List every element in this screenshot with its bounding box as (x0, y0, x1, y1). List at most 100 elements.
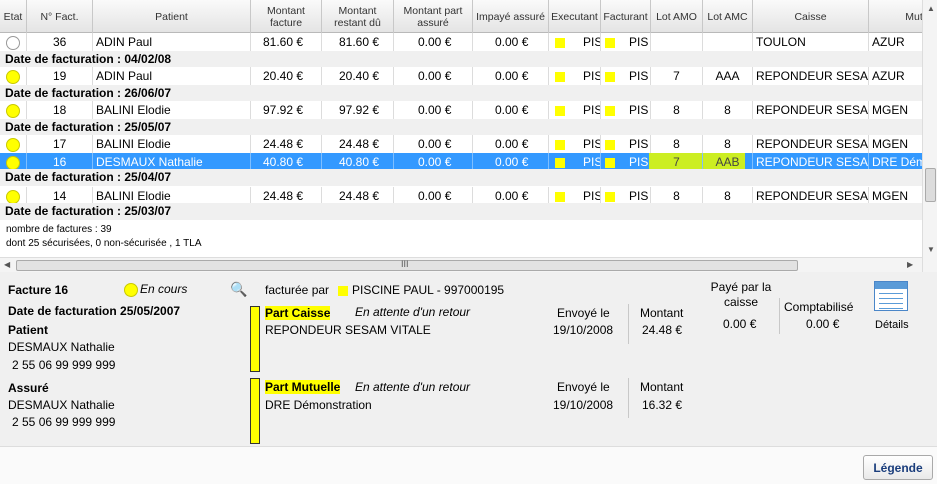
column-header[interactable]: Montant facture (251, 0, 322, 33)
date-group-header[interactable]: Date de facturation : 04/02/08 (0, 51, 922, 68)
date-group-header[interactable]: Date de facturation : 26/06/07 (0, 85, 922, 102)
part-mutuelle-status: En attente d'un retour (355, 380, 471, 394)
scroll-up-icon[interactable]: ▲ (927, 4, 935, 13)
grid-summary: nombre de factures : 39 dont 25 sécurisé… (6, 224, 201, 249)
table-row[interactable]: 19 ADIN Paul 20.40 €20.40 €0.00 €0.00 € PIS… (0, 67, 922, 85)
cell-caisse: TOULON (753, 33, 869, 51)
executant-color-icon (555, 37, 565, 48)
cell-caisse: REPONDEUR SESA (753, 101, 869, 119)
cell-facturant: PIS (601, 33, 651, 51)
cell-executant: PIS (549, 33, 601, 51)
cell-impaye: 0.00 € (473, 67, 549, 85)
part-mutuelle-sent-date: 19/10/2008 (553, 398, 614, 412)
comptabilise-value: 0.00 € (806, 317, 840, 331)
status-dot-icon (6, 70, 20, 85)
column-header[interactable]: N° Fact. (27, 0, 93, 33)
horizontal-scrollbar[interactable]: ◀ III ▶ (0, 257, 922, 272)
scroll-left-icon[interactable]: ◀ (4, 260, 10, 269)
column-header[interactable]: Facturant (601, 0, 651, 33)
horizontal-scroll-thumb[interactable]: III (16, 259, 798, 271)
executant-color-icon (555, 191, 565, 202)
cell-part-assure: 0.00 € (394, 101, 473, 119)
column-header[interactable]: Patient (93, 0, 251, 33)
column-header[interactable]: Montant part assuré (394, 0, 473, 33)
patient-nir: 2 55 06 99 999 999 (12, 358, 116, 372)
cell-impaye: 0.00 € (473, 33, 549, 51)
executant-code: PIS (583, 69, 601, 83)
column-header[interactable]: Executant (549, 0, 601, 33)
footer-bar: Légende (0, 446, 937, 484)
cell-lot-amo: 8 (651, 135, 703, 153)
cell-montant: 81.60 € (251, 33, 322, 51)
scroll-down-icon[interactable]: ▼ (927, 245, 935, 254)
facturant-code: PIS (629, 155, 649, 169)
details-label[interactable]: Détails (875, 319, 909, 331)
cell-etat (0, 101, 27, 119)
scroll-right-icon[interactable]: ▶ (907, 260, 913, 269)
vertical-scrollbar[interactable]: ▲ ▼ (922, 0, 937, 272)
cell-lot-amc (703, 33, 753, 51)
part-caisse-org: REPONDEUR SESAM VITALE (265, 323, 431, 337)
cell-executant: PIS (549, 101, 601, 119)
cell-lot-amc: 8 (703, 101, 753, 119)
part-caisse-sent-label: Envoyé le (557, 306, 610, 320)
table-row[interactable]: 18 BALINI Elodie 97.92 €97.92 €0.00 €0.00 … (0, 101, 922, 119)
executant-color-icon (555, 139, 565, 150)
facturant-code: PIS (629, 137, 649, 151)
facturant-code: PIS (629, 103, 649, 117)
assure-name: DESMAUX Nathalie (8, 398, 115, 412)
column-header[interactable]: Montant restant dû (322, 0, 394, 33)
assure-nir: 2 55 06 99 999 999 (12, 415, 116, 429)
cell-facturant: PIS (601, 135, 651, 153)
cell-etat (0, 135, 27, 153)
part-caisse-marker (250, 306, 260, 372)
date-group-header[interactable]: Date de facturation : 25/03/07 (0, 203, 922, 220)
legend-button[interactable]: Légende (863, 455, 933, 480)
column-header[interactable]: Caisse (753, 0, 869, 33)
assure-label: Assuré (8, 381, 49, 395)
part-mutuelle-marker (250, 378, 260, 444)
scroll-grip: III (401, 259, 409, 269)
invoice-title: Facture 16 (8, 283, 69, 297)
table-row[interactable]: 36 ADIN Paul 81.60 €81.60 €0.00 €0.00 € PIS… (0, 33, 922, 51)
details-sheet-icon[interactable] (874, 281, 908, 311)
invoice-count: nombre de factures : 39 (6, 224, 112, 235)
part-caisse-title: Part Caisse (265, 306, 331, 320)
column-header[interactable]: Etat (0, 0, 27, 33)
cell-restant: 97.92 € (322, 101, 394, 119)
cell-lot-amo: 8 (651, 101, 703, 119)
cell-num: 36 (27, 33, 93, 51)
part-caisse-sent-date: 19/10/2008 (553, 323, 614, 337)
column-header[interactable]: Lot AMO (651, 0, 703, 33)
cell-facturant: PIS (601, 101, 651, 119)
date-group-header[interactable]: Date de facturation : 25/04/07 (0, 169, 922, 186)
cell-num: 17 (27, 135, 93, 153)
part-mutuelle-org: DRE Démonstration (265, 398, 372, 412)
cell-etat (0, 33, 27, 51)
cell-part-assure: 0.00 € (394, 33, 473, 51)
facturant-code: PIS (629, 69, 649, 83)
facturant-color-icon (605, 157, 615, 168)
executant-color-icon (555, 71, 565, 82)
cell-lot-amo (651, 33, 703, 51)
part-mutuelle-amount: 16.32 € (642, 398, 683, 412)
cell-caisse: REPONDEUR SESA (753, 67, 869, 85)
cell-montant: 97.92 € (251, 101, 322, 119)
vertical-scroll-thumb[interactable] (925, 168, 936, 202)
invoice-grid: Etat N° Fact. Patient Montant facture Montan… (0, 0, 937, 272)
status-dot-icon (6, 138, 20, 153)
column-header[interactable]: Impayé assuré (473, 0, 549, 33)
cell-montant: 20.40 € (251, 67, 322, 85)
date-group-header[interactable]: Date de facturation : 25/05/07 (0, 119, 922, 136)
cell-impaye: 0.00 € (473, 101, 549, 119)
executant-color-icon (555, 105, 565, 116)
column-header[interactable]: Lot AMC (703, 0, 753, 33)
table-row[interactable]: 17 BALINI Elodie 24.48 €24.48 €0.00 €0.00 … (0, 135, 922, 153)
executant-color-icon (555, 157, 565, 168)
search-key-icon[interactable]: 🔍 (230, 281, 247, 298)
executant-code: PIS (583, 155, 601, 169)
facturant-code: PIS (629, 35, 649, 49)
cell-montant: 24.48 € (251, 135, 322, 153)
patient-label: Patient (8, 323, 49, 337)
executant-code: PIS (583, 137, 601, 151)
